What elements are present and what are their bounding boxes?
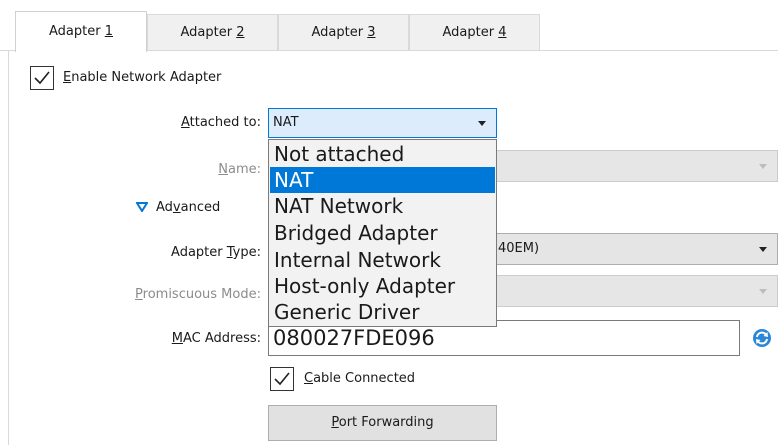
cable-text: able Connected xyxy=(313,371,416,386)
attached-to-dropdown-list: Not attached NAT NAT Network Bridged Ada… xyxy=(268,139,497,327)
attached-to-key: A xyxy=(180,115,190,130)
advanced-text-rest: anced xyxy=(180,200,221,215)
tab-label: Adapter xyxy=(311,25,368,40)
mac-text: AC Address: xyxy=(182,331,261,346)
name-label: Name: xyxy=(160,162,261,177)
mac-key: M xyxy=(171,331,183,346)
option-bridged-adapter[interactable]: Bridged Adapter xyxy=(270,220,495,246)
mac-address-label: MAC Address: xyxy=(150,331,261,346)
cable-connected-checkbox[interactable] xyxy=(270,367,294,391)
tab-adapter-4[interactable]: Adapter 4 xyxy=(409,14,540,50)
option-host-only-adapter[interactable]: Host-only Adapter xyxy=(270,273,495,299)
adapter-type-label: Adapter Type: xyxy=(150,245,261,260)
tab-label: Adapter xyxy=(49,24,105,39)
advanced-text: Ad xyxy=(156,200,173,215)
port-forwarding-text: ort Forwarding xyxy=(338,415,434,430)
adapter-type-value: 40EM) xyxy=(498,241,540,256)
name-text: ame: xyxy=(227,162,261,177)
option-nat[interactable]: NAT xyxy=(270,167,495,193)
option-not-attached[interactable]: Not attached xyxy=(270,141,495,167)
attached-to-text: ttached to: xyxy=(189,115,261,130)
tab-label-key: 4 xyxy=(498,25,507,40)
promiscuous-mode-label: Promiscuous Mode: xyxy=(110,287,261,302)
port-forwarding-button[interactable]: Port Forwarding xyxy=(268,405,497,441)
enable-adapter-key: E xyxy=(63,70,72,85)
attached-to-select[interactable]: NAT xyxy=(268,108,497,138)
name-key: N xyxy=(218,162,228,177)
tab-adapter-1[interactable]: Adapter 1 xyxy=(15,11,147,52)
promiscuous-text: romiscuous Mode: xyxy=(142,287,261,302)
chevron-down-icon xyxy=(759,164,767,169)
adapter-type-text-rest: ype: xyxy=(232,245,261,260)
cable-connected-label[interactable]: Cable Connected xyxy=(304,371,415,386)
tab-adapter-3[interactable]: Adapter 3 xyxy=(278,14,409,50)
attached-to-value: NAT xyxy=(273,115,299,130)
promiscuous-key: P xyxy=(135,287,143,302)
enable-adapter-checkbox[interactable] xyxy=(30,66,54,90)
checkmark-icon xyxy=(274,372,290,386)
attached-to-label: Attached to: xyxy=(160,115,261,130)
advanced-key: v xyxy=(172,200,181,215)
checkmark-icon xyxy=(34,71,50,85)
tab-label-key: 2 xyxy=(236,25,245,40)
refresh-icon[interactable] xyxy=(751,327,773,349)
enable-adapter-label[interactable]: Enable Network Adapter xyxy=(63,70,221,85)
tab-label-key: 1 xyxy=(104,24,113,39)
tab-label-key: 3 xyxy=(367,25,376,40)
option-generic-driver[interactable]: Generic Driver xyxy=(270,299,495,325)
panel-border xyxy=(8,51,9,445)
chevron-down-icon xyxy=(759,247,767,252)
chevron-down-icon xyxy=(478,121,486,126)
tab-adapter-2[interactable]: Adapter 2 xyxy=(147,14,278,50)
adapter-type-text: Adapter xyxy=(171,245,227,260)
tab-label: Adapter xyxy=(180,25,237,40)
option-internal-network[interactable]: Internal Network xyxy=(270,247,495,273)
expand-triangle-icon[interactable] xyxy=(136,202,148,212)
tab-label: Adapter xyxy=(442,25,499,40)
option-nat-network[interactable]: NAT Network xyxy=(270,193,495,219)
cable-key: C xyxy=(304,371,314,386)
port-forwarding-key: P xyxy=(331,415,339,430)
chevron-down-icon xyxy=(759,289,767,294)
enable-adapter-text: nable Network Adapter xyxy=(71,70,222,85)
advanced-toggle[interactable]: Advanced xyxy=(156,200,220,215)
